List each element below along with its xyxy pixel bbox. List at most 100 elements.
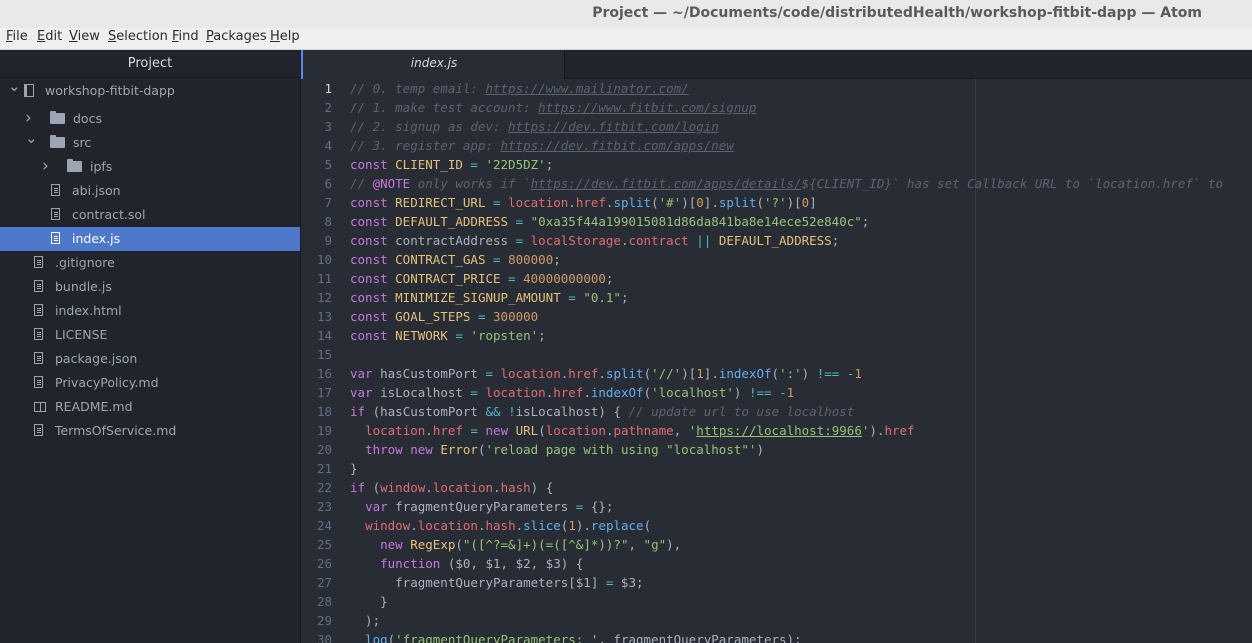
- line-number: 1: [324, 81, 332, 96]
- code-line[interactable]: // 1. make test account: https://www.fit…: [350, 98, 1223, 117]
- chevron-down-icon[interactable]: ⌄: [8, 74, 21, 98]
- code-line[interactable]: if (hasCustomPort && !isLocalhost) { // …: [350, 402, 1223, 421]
- menu-bar: File Edit View Selection Find Packages Help: [0, 28, 1252, 50]
- code-line[interactable]: }: [350, 592, 1223, 611]
- tree-item-gitignore[interactable]: .gitignore: [0, 251, 300, 275]
- code-line[interactable]: // 0. temp email: https://www.mailinator…: [350, 79, 1223, 98]
- line-number: 23: [316, 499, 332, 514]
- menu-selection[interactable]: Selection: [108, 29, 168, 44]
- code-line[interactable]: const MINIMIZE_SIGNUP_AMOUNT = "0.1";: [350, 288, 1223, 307]
- code-line[interactable]: const contractAddress = localStorage.con…: [350, 231, 1223, 250]
- menu-view[interactable]: View: [69, 29, 100, 44]
- code-line[interactable]: throw new Error('reload page with using …: [350, 440, 1223, 459]
- tree-item-privacypolicy-md[interactable]: PrivacyPolicy.md: [0, 371, 300, 395]
- line-number: 9: [324, 233, 332, 248]
- code-line[interactable]: [350, 345, 1223, 364]
- code-line[interactable]: const CONTRACT_PRICE = 40000000000;: [350, 269, 1223, 288]
- line-number: 4: [324, 138, 332, 153]
- tree-item-license[interactable]: LICENSE: [0, 323, 300, 347]
- tree-item-label: PrivacyPolicy.md: [55, 375, 159, 390]
- tree-item-src[interactable]: ⌄ src: [0, 129, 300, 155]
- tree-item-label: abi.json: [72, 183, 121, 198]
- menu-packages[interactable]: Packages: [206, 29, 267, 44]
- code-line[interactable]: const GOAL_STEPS = 300000: [350, 307, 1223, 326]
- window-titlebar: Project — ~/Documents/code/distributedHe…: [0, 0, 1252, 29]
- line-number: 29: [316, 613, 332, 628]
- code-line[interactable]: var fragmentQueryParameters = {};: [350, 497, 1223, 516]
- tree-item-termsofservice-md[interactable]: TermsOfService.md: [0, 419, 300, 443]
- book-icon: [34, 402, 46, 412]
- folder-icon: [50, 111, 65, 124]
- tree-item-label: docs: [73, 111, 102, 126]
- tree-item-contract-sol[interactable]: contract.sol: [0, 203, 300, 227]
- code-line[interactable]: location.href = new URL(location.pathnam…: [350, 421, 1223, 440]
- menu-file[interactable]: File: [6, 29, 28, 44]
- code-line[interactable]: const CONTRACT_GAS = 800000;: [350, 250, 1223, 269]
- tree-item-label: package.json: [55, 351, 138, 366]
- code-line[interactable]: const NETWORK = 'ropsten';: [350, 326, 1223, 345]
- code-line[interactable]: log('fragmentQueryParameters: ', fragmen…: [350, 630, 1223, 643]
- tree-item-workshop-fitbit-dapp[interactable]: ⌄ workshop-fitbit-dapp: [0, 77, 300, 103]
- code-line[interactable]: const DEFAULT_ADDRESS = "0xa35f44a199015…: [350, 212, 1223, 231]
- line-number: 30: [316, 632, 332, 643]
- file-icon: [51, 232, 60, 244]
- tree-item-label: README.md: [55, 399, 133, 414]
- tree-item-index-html[interactable]: index.html: [0, 299, 300, 323]
- tab-bar: index.js: [301, 50, 1252, 79]
- tree-item-ipfs[interactable]: › ipfs: [0, 155, 300, 179]
- menu-edit[interactable]: Edit: [37, 29, 62, 44]
- tree-item-readme-md[interactable]: README.md: [0, 395, 300, 419]
- code-line[interactable]: }: [350, 459, 1223, 478]
- code-lines[interactable]: // 0. temp email: https://www.mailinator…: [350, 79, 1223, 643]
- line-number: 7: [324, 195, 332, 210]
- menu-help[interactable]: Help: [270, 29, 300, 44]
- code-editor[interactable]: 1 2 3 4 5 6 7 8 9 10 11 12 13 14 15 16 17 18 19 20 21 22 23 24 2…: [301, 79, 1252, 643]
- tree-item-label: contract.sol: [72, 207, 146, 222]
- line-number: 8: [324, 214, 332, 229]
- line-number: 24: [316, 518, 332, 533]
- code-line[interactable]: // 2. signup as dev: https://dev.fitbit.…: [350, 117, 1223, 136]
- code-line[interactable]: if (window.location.hash) {: [350, 478, 1223, 497]
- file-icon: [34, 376, 43, 388]
- file-icon: [51, 208, 60, 220]
- tree-item-index-js[interactable]: index.js: [0, 227, 300, 251]
- code-line[interactable]: var hasCustomPort = location.href.split(…: [350, 364, 1223, 383]
- tab-index-js[interactable]: index.js: [301, 50, 565, 79]
- window-title: Project — ~/Documents/code/distributedHe…: [592, 5, 1202, 21]
- tree-item-package-json[interactable]: package.json: [0, 347, 300, 371]
- code-line[interactable]: window.location.hash.slice(1).replace(: [350, 516, 1223, 535]
- menu-find[interactable]: Find: [172, 29, 199, 44]
- code-line[interactable]: // 3. register app: https://dev.fitbit.c…: [350, 136, 1223, 155]
- chevron-down-icon[interactable]: ⌄: [25, 126, 38, 150]
- tree-item-bundle-js[interactable]: bundle.js: [0, 275, 300, 299]
- code-line[interactable]: var isLocalhost = location.href.indexOf(…: [350, 383, 1223, 402]
- tree-item-docs[interactable]: › docs: [0, 107, 300, 131]
- line-number: 12: [316, 290, 332, 305]
- folder-icon: [67, 159, 82, 172]
- tree-item-label: ipfs: [90, 159, 113, 174]
- code-line[interactable]: const REDIRECT_URL = location.href.split…: [350, 193, 1223, 212]
- code-line[interactable]: new RegExp("([^?=&]+)(=([^&]*))?", "g"),: [350, 535, 1223, 554]
- line-number: 20: [316, 442, 332, 457]
- line-number: 15: [316, 347, 332, 362]
- line-number: 5: [324, 157, 332, 172]
- code-line[interactable]: // @NOTE only works if `https://dev.fitb…: [350, 174, 1223, 193]
- tree-view-header[interactable]: Project: [0, 50, 300, 78]
- tree-item-label: index.js: [72, 231, 121, 246]
- file-icon: [34, 280, 43, 292]
- chevron-right-icon[interactable]: ›: [42, 154, 52, 178]
- tree-item-abi-json[interactable]: abi.json: [0, 179, 300, 203]
- line-number: 11: [316, 271, 332, 286]
- code-line[interactable]: const CLIENT_ID = '22D5DZ';: [350, 155, 1223, 174]
- tab-title: index.js: [410, 56, 458, 70]
- code-line[interactable]: function ($0, $1, $2, $3) {: [350, 554, 1223, 573]
- code-line[interactable]: );: [350, 611, 1223, 630]
- line-number: 18: [316, 404, 332, 419]
- tree-item-label: TermsOfService.md: [55, 423, 177, 438]
- tree-view: Project ⌄ workshop-fitbit-dapp › docs ⌄ src › i…: [0, 50, 301, 643]
- line-number: 27: [316, 575, 332, 590]
- line-number: 14: [316, 328, 332, 343]
- file-icon: [34, 352, 43, 364]
- code-line[interactable]: fragmentQueryParameters[$1] = $3;: [350, 573, 1223, 592]
- line-number: 2: [324, 100, 332, 115]
